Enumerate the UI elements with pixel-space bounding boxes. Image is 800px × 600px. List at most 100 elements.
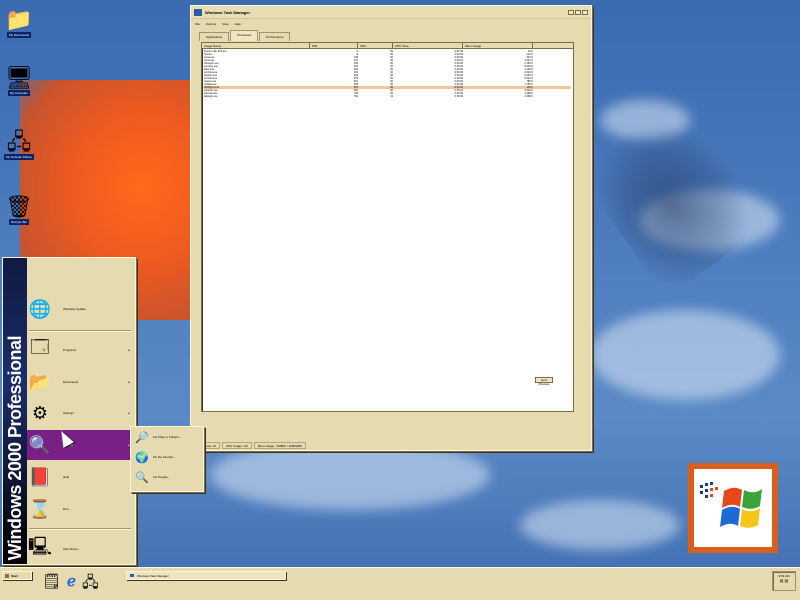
search-files-item[interactable]: 🔎 For Files or Folders...	[131, 427, 203, 447]
menu-file[interactable]: File	[195, 22, 200, 26]
start-item-help[interactable]: 📕 Help	[27, 462, 133, 492]
shutdown-icon: 🖳	[27, 536, 52, 556]
process-row[interactable]: taskmgr.exe 752 01 0:00:00 2,008 K	[204, 95, 571, 98]
process-cputime-cell: 0:00:00	[454, 95, 463, 98]
folder-icon: 📁	[5, 7, 33, 32]
start-item-label: Settings	[63, 411, 74, 415]
process-rows: System Idle Process 0 99 0:01:58 16 K System 8…	[202, 49, 573, 99]
submenu-label: For People...	[153, 475, 171, 479]
start-item-programs[interactable]: 🗔 Programs ▸	[27, 335, 133, 365]
task-manager-icon	[194, 8, 202, 16]
outlook-icon[interactable]: 🖧	[82, 572, 99, 597]
start-menu-items: 🌐 Windows Update 🗔 Programs ▸ 📂 Document…	[27, 258, 135, 564]
menu-options[interactable]: Options	[206, 22, 216, 26]
start-menu-banner: Windows 2000 Professional	[3, 258, 27, 564]
tab-performance[interactable]: Performance	[259, 32, 291, 41]
column-pid[interactable]: PID	[310, 43, 358, 48]
start-item-label: Search	[63, 443, 73, 447]
taskbar-button-label: Windows Task Manager	[137, 573, 169, 578]
desktop-icon-network-places[interactable]: 🖧 My Network Places	[4, 130, 34, 160]
programs-icon: 🗔	[30, 337, 50, 357]
process-pid-cell: 752	[353, 95, 358, 98]
search-submenu[interactable]: 🔎 For Files or Folders... 🌍 On the Inter…	[130, 426, 204, 492]
start-item-label: Programs	[63, 348, 77, 352]
network-icon: 🖧	[6, 129, 32, 154]
column-cpu[interactable]: CPU	[358, 43, 393, 48]
help-icon: 📕	[28, 466, 52, 487]
quick-launch: 🗒 ℯ 🖧	[42, 572, 99, 597]
search-files-icon: 🔎	[135, 431, 149, 444]
search-people-icon: 🔍	[135, 471, 149, 484]
settings-icon: ⚙	[31, 402, 49, 423]
column-cpu-time[interactable]: CPU Time	[393, 43, 463, 48]
start-item-search[interactable]: 🔍 Search ▸	[27, 430, 133, 460]
start-menu-separator	[29, 330, 131, 332]
search-icon: 🔍	[28, 434, 52, 455]
submenu-arrow-icon: ▸	[128, 380, 130, 384]
desktop-icon-label: My Documents	[6, 32, 31, 38]
search-internet-item[interactable]: 🌍 On the Internet...	[131, 447, 203, 467]
end-process-button[interactable]: End Process	[535, 377, 553, 386]
windows-flag-icon	[700, 482, 762, 528]
tab-processes[interactable]: Processes	[230, 30, 259, 41]
search-internet-icon: 🌍	[135, 451, 149, 464]
submenu-arrow-icon: ▸	[128, 348, 130, 352]
window-title: Windows Task Manager	[205, 9, 251, 15]
task-manager-window[interactable]: Windows Task Manager File Options View H…	[190, 5, 592, 451]
desktop-icon-label: Recycle Bin	[9, 219, 29, 225]
status-bar: Processes: 16 CPU Usage: 1% Mem Usage: 7…	[191, 441, 591, 450]
menu-view[interactable]: View	[222, 22, 228, 26]
minimize-button[interactable]	[568, 9, 574, 15]
start-label: Start	[11, 573, 18, 578]
start-item-label: Documents	[63, 380, 79, 384]
documents-icon: 📂	[28, 371, 52, 392]
start-item-label: Help	[63, 475, 70, 479]
submenu-arrow-icon: ▸	[128, 411, 130, 415]
run-icon: ⌛	[28, 498, 52, 519]
submenu-label: For Files or Folders...	[153, 435, 182, 439]
task-manager-icon	[130, 574, 134, 577]
column-image-name[interactable]: Image Name	[202, 43, 310, 48]
windows-logo	[688, 463, 778, 553]
close-button[interactable]	[582, 9, 588, 15]
desktop-icon-label: My Computer	[7, 90, 30, 96]
start-item-run[interactable]: ⌛ Run...	[27, 494, 133, 524]
computer-icon: 🖥	[5, 65, 33, 90]
process-mem-cell: 2,008 K	[524, 95, 533, 98]
recycle-bin-icon: 🗑	[5, 194, 33, 219]
start-item-windows-update[interactable]: 🌐 Windows Update	[27, 294, 133, 324]
title-bar[interactable]: Windows Task Manager	[191, 6, 591, 19]
menu-help[interactable]: Help	[235, 22, 241, 26]
desktop-icon-recycle-bin[interactable]: 🗑 Recycle Bin	[4, 195, 34, 225]
desktop-icon-my-documents[interactable]: 📁 My Documents	[4, 8, 34, 38]
maximize-button[interactable]	[575, 9, 581, 15]
start-menu-separator	[29, 528, 131, 530]
submenu-label: On the Internet...	[153, 455, 176, 459]
ie-icon[interactable]: ℯ	[67, 572, 76, 597]
start-item-label: Windows Update	[63, 307, 86, 311]
search-people-item[interactable]: 🔍 For People...	[131, 467, 203, 487]
start-menu[interactable]: Windows 2000 Professional 🌐 Windows Upda…	[2, 257, 136, 565]
wallpaper-cloud	[590, 310, 780, 400]
volume-icon[interactable]: ▤ ▤	[773, 578, 795, 583]
start-item-settings[interactable]: ⚙ Settings ▸	[27, 398, 133, 428]
taskbar-button-task-manager[interactable]: Windows Task Manager	[126, 571, 286, 580]
start-button[interactable]: Start	[2, 571, 32, 580]
windows-update-icon: 🌐	[28, 298, 52, 319]
start-item-shutdown[interactable]: 🖳 Shut Down...	[27, 534, 133, 564]
process-name-cell: taskmgr.exe	[204, 95, 218, 98]
banner-text: Windows 2000 Professional	[5, 335, 25, 560]
process-list[interactable]: Image Name PID CPU CPU Time Mem Usage Sy…	[201, 42, 574, 412]
desktop-icon-label: My Network Places	[4, 154, 34, 160]
system-tray[interactable]: 9:53 AM ▤ ▤	[772, 571, 796, 591]
windows-flag-icon	[5, 573, 9, 578]
status-cpu: CPU Usage: 1%	[222, 442, 252, 449]
start-item-label: Shut Down...	[63, 547, 81, 551]
desktop-icon-my-computer[interactable]: 🖥 My Computer	[4, 66, 34, 96]
column-mem-usage[interactable]: Mem Usage	[463, 43, 533, 48]
show-desktop-icon[interactable]: 🗒	[42, 572, 61, 597]
process-cpu-cell: 01	[390, 95, 393, 98]
taskbar: Start 🗒 ℯ 🖧 Windows Task Manager 9:53 AM…	[0, 567, 800, 600]
tab-applications[interactable]: Applications	[199, 32, 230, 41]
start-item-documents[interactable]: 📂 Documents ▸	[27, 367, 133, 397]
